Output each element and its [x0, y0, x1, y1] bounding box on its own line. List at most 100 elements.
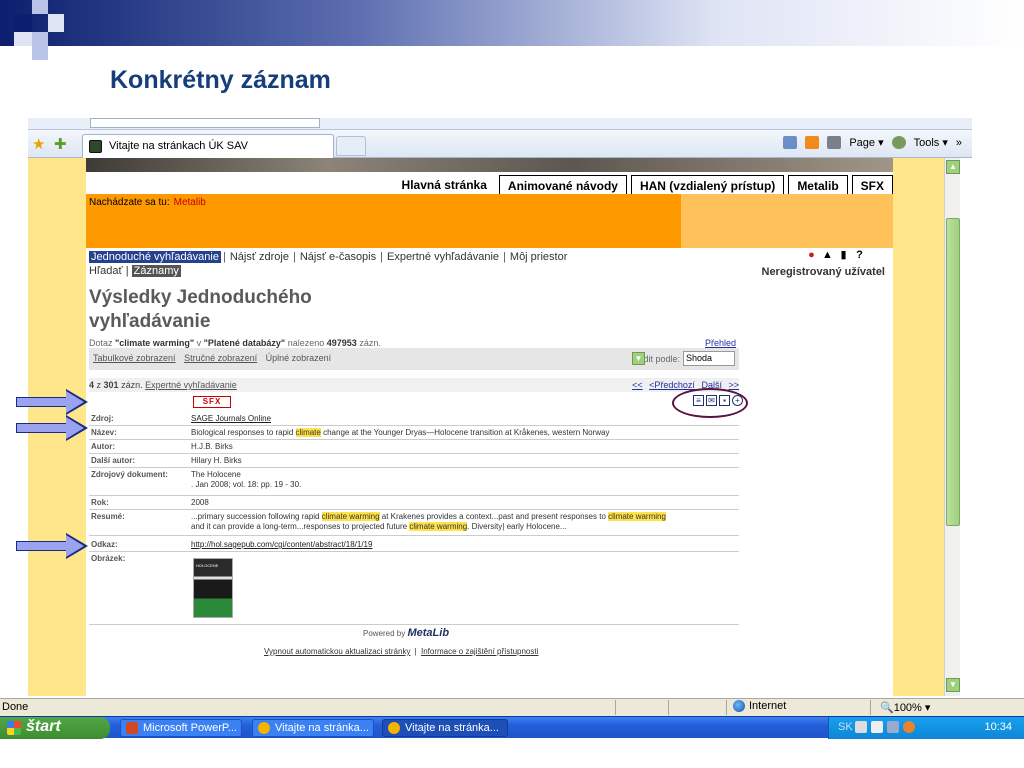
home-icon[interactable]	[783, 136, 798, 149]
journal-cover-image[interactable]: HOLOCENE	[193, 558, 233, 618]
feeds-icon[interactable]	[805, 136, 820, 149]
nav-tutorials[interactable]: Animované návody	[498, 175, 627, 196]
taskbar-item-ie-2[interactable]: Vitajte na stránka...	[382, 719, 508, 737]
tools-gear-icon	[891, 136, 906, 149]
submenu: Hľadať | Záznamy	[89, 265, 181, 277]
record-field-year: Rok: 2008	[89, 496, 739, 510]
address-field[interactable]	[90, 118, 320, 128]
source-link[interactable]: SAGE Journals Online	[191, 414, 271, 423]
slide-title: Konkrétny záznam	[110, 66, 331, 94]
scroll-up-chevron-icon[interactable]: ▲	[946, 160, 960, 174]
command-bar: Page ▾ Tools ▾ »	[783, 136, 962, 149]
slide-header-band	[0, 0, 1024, 46]
favorites-star-icon[interactable]: ★	[32, 135, 45, 153]
submenu-records[interactable]: Záznamy	[131, 265, 181, 277]
first-record-link[interactable]: <<	[632, 380, 643, 390]
menu-my-space[interactable]: Môj priestor	[508, 251, 569, 263]
full-text-link[interactable]: http://hol.sagepub.com/cgi/content/abstr…	[191, 540, 372, 549]
record-field-link: Odkaz: http://hol.sagepub.com/cgi/conten…	[89, 538, 739, 552]
powerpoint-icon	[126, 722, 138, 734]
printer-icon[interactable]	[855, 721, 867, 733]
submenu-search[interactable]: Hľadať	[89, 265, 123, 277]
tab-title: Vitajte na stránkach ÚK SAV	[109, 140, 248, 152]
record-field-source: Zdroj: SAGE Journals Online	[89, 412, 739, 426]
record-field-image: Obrázek:	[91, 554, 126, 563]
zoom-level[interactable]: 🔍100% ▾	[880, 701, 930, 714]
tools-menu[interactable]: Tools ▾	[914, 136, 948, 149]
deco-square	[32, 0, 48, 14]
language-flag-icon[interactable]: ●	[806, 250, 817, 261]
sfx-button[interactable]: SFX	[193, 396, 231, 408]
taskbar-item-powerpoint[interactable]: Microsoft PowerP...	[120, 719, 242, 737]
vertical-scrollbar[interactable]: ▲ ▼	[944, 158, 960, 696]
user-icons: ● ▲ ▮ ?	[806, 250, 865, 261]
help-icon[interactable]: ?	[854, 250, 865, 261]
network-icon[interactable]	[887, 721, 899, 733]
nav-sfx[interactable]: SFX	[851, 175, 893, 196]
overview-link[interactable]: Přehled	[705, 338, 736, 348]
ie-icon	[388, 722, 400, 734]
site-favicon-icon	[89, 140, 102, 153]
disable-refresh-link[interactable]: Vypnout automatickou aktualizaci stránky	[264, 647, 410, 656]
more-chevron-icon[interactable]: »	[956, 137, 962, 149]
chevron-left-icon[interactable]	[903, 721, 915, 733]
accessibility-link[interactable]: Informace o zajištění přístupnosti	[421, 647, 538, 656]
menu-simple-search[interactable]: Jednoduché vyhľadávanie	[89, 251, 221, 263]
scroll-down-chevron-icon[interactable]: ▼	[946, 678, 960, 692]
expert-search-link[interactable]: Expertné vyhľadávanie	[145, 380, 237, 390]
user-status: Neregistrovaný užívatel	[761, 266, 886, 278]
menu-expert-search[interactable]: Expertné vyhľadávanie	[385, 251, 501, 263]
security-zone: Internet	[733, 700, 786, 712]
last-record-link[interactable]: >>	[728, 380, 739, 390]
status-text: Done	[2, 701, 29, 713]
taskbar-item-ie-1[interactable]: Vitajte na stránka...	[252, 719, 374, 737]
scroll-thumb[interactable]	[946, 218, 960, 526]
deco-square	[14, 32, 32, 46]
brief-view-link[interactable]: Stručné zobrazení	[184, 353, 257, 363]
sort-select[interactable]: Shoda	[683, 351, 735, 366]
nav-han[interactable]: HAN (vzdialený prístup)	[630, 175, 785, 196]
help-tray-icon[interactable]	[871, 721, 883, 733]
footer-links: Vypnout automatickou aktualizaci stránky…	[264, 647, 539, 656]
deco-square	[32, 46, 48, 60]
full-view-label: Úplné zobrazení	[265, 353, 332, 363]
ie-icon	[258, 722, 270, 734]
query-summary: Dotaz "climate warming" v "Platené datab…	[89, 338, 381, 348]
page-menu[interactable]: Page ▾	[849, 136, 883, 149]
print-icon[interactable]	[827, 136, 842, 149]
browser-tab-active[interactable]: Vitajte na stránkach ÚK SAV	[82, 134, 334, 158]
windows-flag-icon	[7, 721, 21, 735]
search-menu: Jednoduché vyhľadávanie | Nájsť zdroje | Náj…	[89, 251, 569, 263]
results-heading: Výsledky Jednoduchého vyhľadávanie	[89, 287, 312, 332]
menu-find-sources[interactable]: Nájsť zdroje	[228, 251, 291, 263]
add-favorites-icon[interactable]: ✚	[54, 135, 67, 153]
location-label: Nachádzate sa tu:	[89, 197, 170, 208]
record-field-title: Název: Biological responses to rapid cli…	[89, 426, 739, 440]
nav-metalib[interactable]: Metalib	[788, 175, 848, 196]
powered-by: Powered by MetaLib	[363, 627, 450, 639]
location-value[interactable]: Metalib	[174, 197, 206, 208]
menu-find-ejournal[interactable]: Nájsť e-časopis	[298, 251, 378, 263]
system-tray: SK 10:34	[828, 717, 1024, 739]
web-page: Hlavná stránka Animované návody HAN (vzd…	[86, 158, 893, 696]
sort-dropdown-chevron-icon[interactable]: ▼	[631, 352, 645, 365]
table-view-link[interactable]: Tabulkové zobrazení	[93, 353, 176, 363]
metalib-logo: MetaLib	[407, 627, 450, 639]
lock-icon[interactable]: ▲	[822, 250, 833, 261]
clock[interactable]: 10:34	[984, 721, 1012, 733]
deco-square	[48, 14, 64, 32]
record-field-abstract: Resumé: ...primary succession following …	[89, 510, 739, 536]
record-field-coauthor: Další autor: Hilary H. Birks	[89, 454, 739, 468]
exit-door-icon[interactable]: ▮	[838, 250, 849, 261]
browser-status-bar: Done Internet 🔍100% ▾	[0, 698, 1024, 716]
record-navigation: 4 z 301 zázn. Expertné vyhľadávanie << <…	[89, 378, 739, 392]
windows-taskbar: štart Microsoft PowerP... Vitajte na str…	[0, 716, 1024, 739]
record-field-source-document: Zdrojový dokument: The Holocene. Jan 200…	[89, 468, 739, 496]
start-button[interactable]: štart	[0, 717, 110, 739]
language-indicator[interactable]: SK	[838, 721, 853, 733]
previous-record-link[interactable]: <Předchozí	[649, 380, 695, 390]
new-tab-button[interactable]	[336, 136, 366, 156]
nav-home[interactable]: Hlavná stránka	[393, 175, 495, 196]
globe-icon	[733, 700, 745, 712]
location-bar: Nachádzate sa tu: Metalib	[86, 194, 893, 248]
